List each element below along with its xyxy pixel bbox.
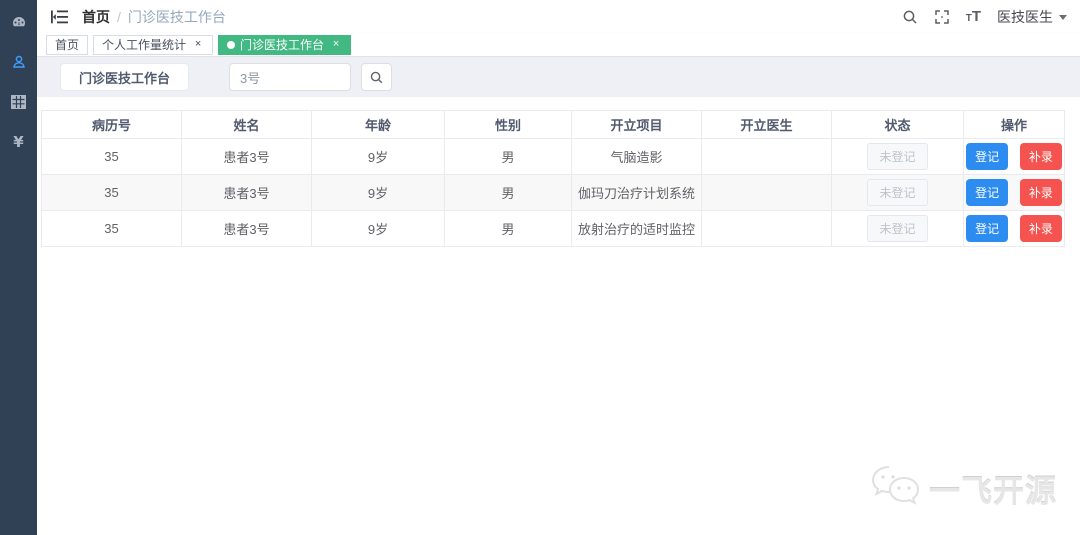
user-menu[interactable]: 医技医生: [997, 7, 1067, 27]
fullscreen-icon[interactable]: [934, 9, 950, 25]
cell-record-no: 35: [41, 210, 182, 247]
sidebar-item-workstation[interactable]: [0, 42, 37, 82]
register-button[interactable]: 登记: [966, 215, 1009, 242]
cell-project: 伽玛刀治疗计划系统: [571, 174, 702, 211]
header-search-icon[interactable]: [902, 9, 918, 25]
user-menu-label: 医技医生: [997, 8, 1053, 25]
cell-doctor: [701, 138, 832, 175]
col-status: 状态: [831, 110, 964, 139]
chevron-down-icon: [1059, 15, 1067, 20]
cell-project: 放射治疗的适时监控: [571, 210, 702, 247]
cell-name: 患者3号: [181, 174, 312, 211]
tab-label: 个人工作量统计: [102, 38, 187, 52]
table-row: 35 患者3号 9岁 男 伽玛刀治疗计划系统 未登记 登记 补录: [41, 174, 1065, 211]
close-icon[interactable]: ×: [330, 39, 342, 50]
status-badge: 未登记: [867, 215, 928, 242]
register-button[interactable]: 登记: [966, 179, 1009, 206]
active-dot: [227, 40, 236, 49]
cell-record-no: 35: [41, 138, 182, 175]
dashboard-icon: [11, 14, 27, 30]
navbar-right: TT 医技医生: [902, 7, 1067, 27]
cell-actions: 登记 补录: [963, 138, 1065, 175]
cell-name: 患者3号: [181, 210, 312, 247]
col-age: 年龄: [311, 110, 445, 139]
search-icon: [370, 71, 383, 83]
user-icon: [11, 54, 27, 70]
breadcrumb-current: 门诊医技工作台: [127, 8, 226, 25]
cell-actions: 登记 补录: [963, 210, 1065, 247]
cell-age: 9岁: [311, 138, 445, 175]
navbar: 首页 / 门诊医技工作台 TT 医技医生: [37, 0, 1080, 33]
tab-label: 门诊医技工作台: [240, 38, 325, 52]
table-icon: [11, 95, 26, 109]
tab-personal-workload[interactable]: 个人工作量统计 ×: [93, 34, 214, 55]
col-doctor: 开立医生: [701, 110, 832, 139]
font-size-icon[interactable]: TT: [966, 9, 981, 24]
col-record-no: 病历号: [41, 110, 182, 139]
breadcrumb: 首页 / 门诊医技工作台: [82, 7, 226, 27]
cell-status: 未登记: [831, 210, 964, 247]
close-icon[interactable]: ×: [192, 39, 204, 50]
tab-outpatient-workstation[interactable]: 门诊医技工作台 ×: [218, 34, 352, 55]
cell-gender: 男: [444, 174, 572, 211]
money-icon: ¥: [13, 133, 24, 151]
tags-bar: 首页 个人工作量统计 × 门诊医技工作台 ×: [37, 33, 1080, 57]
makeup-button[interactable]: 补录: [1019, 215, 1062, 242]
cell-record-no: 35: [41, 174, 182, 211]
cell-doctor: [701, 210, 832, 247]
breadcrumb-home[interactable]: 首页: [82, 7, 110, 27]
app-window: ¥ 首页 / 门诊医技工作台 TT 医技医生 首页 个人工作量统计 × 门诊医技…: [0, 0, 1080, 535]
col-actions: 操作: [963, 110, 1065, 139]
sidebar-item-dashboard[interactable]: [0, 2, 37, 42]
content-area: 病历号 姓名 年龄 性别 开立项目 开立医生 状态 操作 35 患者3号 9岁 …: [37, 97, 1080, 535]
cell-status: 未登记: [831, 174, 964, 211]
table-body: 35 患者3号 9岁 男 气脑造影 未登记 登记 补录 35 患者3号 9岁 男…: [41, 138, 1065, 247]
status-badge: 未登记: [867, 179, 928, 206]
cell-age: 9岁: [311, 210, 445, 247]
cell-gender: 男: [444, 210, 572, 247]
sidebar: ¥: [0, 0, 37, 535]
col-gender: 性别: [444, 110, 572, 139]
sidebar-item-fees[interactable]: ¥: [0, 122, 37, 162]
search-input[interactable]: [229, 63, 352, 91]
cell-gender: 男: [444, 138, 572, 175]
cell-doctor: [701, 174, 832, 211]
status-badge: 未登记: [867, 143, 928, 170]
patients-table: 病历号 姓名 年龄 性别 开立项目 开立医生 状态 操作 35 患者3号 9岁 …: [41, 110, 1065, 247]
col-project: 开立项目: [571, 110, 702, 139]
table-row: 35 患者3号 9岁 男 放射治疗的适时监控 未登记 登记 补录: [41, 210, 1065, 247]
cell-age: 9岁: [311, 174, 445, 211]
workstation-title-button[interactable]: 门诊医技工作台: [60, 63, 190, 91]
makeup-button[interactable]: 补录: [1019, 143, 1062, 170]
cell-project: 气脑造影: [571, 138, 702, 175]
table-header-row: 病历号 姓名 年龄 性别 开立项目 开立医生 状态 操作: [41, 110, 1065, 139]
cell-name: 患者3号: [181, 138, 312, 175]
hamburger-icon[interactable]: [51, 10, 68, 24]
filter-bar: 门诊医技工作台: [37, 57, 1080, 97]
tab-home[interactable]: 首页: [46, 34, 89, 55]
sidebar-item-reports[interactable]: [0, 82, 37, 122]
breadcrumb-separator: /: [117, 8, 121, 25]
search-button[interactable]: [361, 63, 393, 91]
table-row: 35 患者3号 9岁 男 气脑造影 未登记 登记 补录: [41, 138, 1065, 175]
makeup-button[interactable]: 补录: [1019, 179, 1062, 206]
main-area: 首页 / 门诊医技工作台 TT 医技医生 首页 个人工作量统计 × 门诊医技工作…: [37, 0, 1080, 535]
cell-actions: 登记 补录: [963, 174, 1065, 211]
tab-label: 首页: [55, 38, 80, 52]
col-name: 姓名: [181, 110, 312, 139]
cell-status: 未登记: [831, 138, 964, 175]
register-button[interactable]: 登记: [966, 143, 1009, 170]
